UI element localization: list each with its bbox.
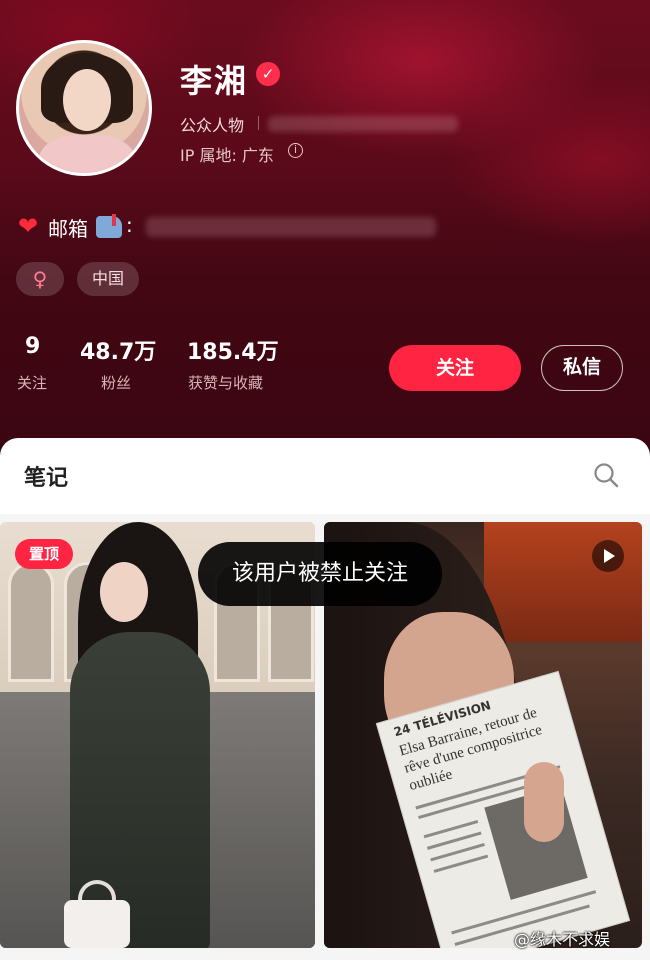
blurred-account-id xyxy=(268,116,458,132)
stat-followers-label[interactable]: 粉丝 xyxy=(101,372,131,393)
verified-icon: ✓ xyxy=(256,62,280,86)
mailbox-icon xyxy=(96,214,122,238)
search-icon[interactable] xyxy=(593,462,619,488)
follow-button[interactable]: 关注 xyxy=(389,345,521,391)
gender-tag: ♀ xyxy=(16,262,64,296)
tab-notes[interactable]: 笔记 xyxy=(24,460,68,492)
stat-followers-count[interactable]: 48.7万 xyxy=(80,334,156,366)
email-colon: : xyxy=(126,213,133,237)
profile-header: 李湘 ✓ 公众人物 IP 属地: 广东 i ❤ 邮箱 : ♀ 中国 9 关注 4… xyxy=(0,0,650,470)
stat-following-count[interactable]: 9 xyxy=(25,334,40,359)
blurred-email xyxy=(146,217,436,237)
stat-likes-count[interactable]: 185.4万 xyxy=(187,334,279,366)
stat-following-label[interactable]: 关注 xyxy=(17,372,47,393)
play-icon[interactable] xyxy=(592,540,624,572)
pinned-badge: 置顶 xyxy=(15,539,73,569)
ip-location: IP 属地: 广东 xyxy=(180,146,274,165)
role-divider xyxy=(258,116,259,130)
card-photo-awning xyxy=(484,522,642,642)
arched-window xyxy=(8,562,54,682)
card-photo-bag xyxy=(64,900,130,948)
toast-message: 该用户被禁止关注 xyxy=(198,542,442,606)
avatar[interactable] xyxy=(16,40,152,176)
heart-icon: ❤ xyxy=(18,212,39,240)
avatar-face xyxy=(63,69,111,131)
watermark: @缘木不求娱 xyxy=(514,930,611,949)
avatar-dress xyxy=(39,135,135,173)
message-button[interactable]: 私信 xyxy=(541,345,623,391)
card-photo-face xyxy=(100,562,148,622)
notes-tabbar: 笔记 xyxy=(0,438,650,514)
email-label: 邮箱 xyxy=(48,217,88,241)
profile-name: 李湘 xyxy=(180,62,249,100)
profile-role: 公众人物 xyxy=(180,116,245,135)
stat-likes-label[interactable]: 获赞与收藏 xyxy=(188,372,263,393)
info-icon[interactable]: i xyxy=(288,143,303,158)
card-photo-hand xyxy=(524,762,564,842)
country-tag: 中国 xyxy=(77,262,139,296)
